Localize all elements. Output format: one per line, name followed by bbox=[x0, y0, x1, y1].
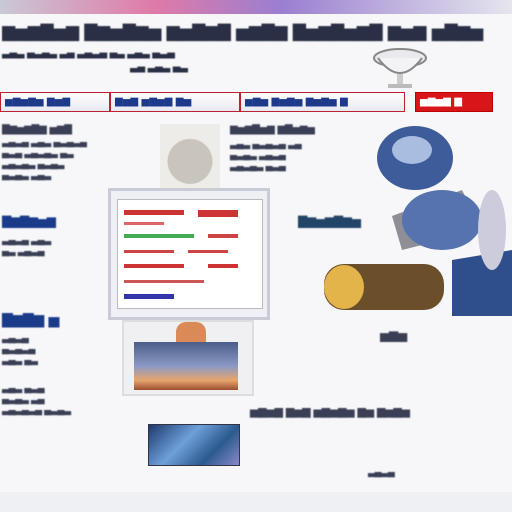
section-heading-1-blurred[interactable]: ▇▆▇▆▅▆ bbox=[2, 214, 82, 228]
section-text-3-blurred: ▃▄▃ ▄▃▄ ▄▃▄▃ ▃▄ ▃▄▃▄▃▄ ▄▃▄▃ bbox=[2, 384, 71, 416]
section-text-1-blurred: ▃▄▃▄ ▃▄▃ ▄▃ ▃▄▃▄ bbox=[2, 236, 51, 257]
thumbnail-head bbox=[176, 322, 206, 342]
section-text-2-blurred: ▃▄▃▄ ▄▃▄▃▄ ▃▄▃ ▄▃ bbox=[2, 334, 38, 366]
nav-segment-red[interactable]: ▅▆▅▆ ▆ bbox=[415, 92, 493, 112]
bottom-right-heading-blurred[interactable]: ▅▆▅▆ ▆▅▆ ▅▆▅▆▅ ▆▅ ▆▅▆▅ bbox=[250, 406, 504, 417]
thumbnail-picture bbox=[134, 342, 238, 390]
subnav-links-secondary-blurred[interactable]: ▃▄ ▃▄▃ ▄▃ bbox=[130, 62, 230, 73]
nav-segment-3[interactable]: ▅▆▅ ▆▅▆▅ ▆▅▆▅ ▆ bbox=[240, 92, 405, 112]
main-navigation[interactable]: ▅▆▅▆▅ ▆▅▆ ▆▅▆ ▅▆▅▆ ▆▅ ▅▆▅ ▆▅▆▅ ▆▅▆▅ ▆ ▅▆… bbox=[0, 90, 497, 114]
left-heading-blurred: ▇▆▅▆▇▆ ▅▆▇ bbox=[2, 124, 72, 135]
thumbnail-photo[interactable] bbox=[122, 320, 254, 396]
nav-segment-2[interactable]: ▆▅▆ ▅▆▅▆ ▆▅ bbox=[110, 92, 240, 112]
section-heading-2-blurred[interactable]: ▇▆▇▆ ▅ bbox=[2, 312, 82, 328]
subnav-links-blurred[interactable]: ▃▄▃ ▄▃▄▃ ▃▄ ▃▄▃▄ ▄▃ ▃▄▃ ▄▃▄ bbox=[2, 48, 232, 59]
info-card-rows bbox=[124, 210, 238, 299]
info-card-table bbox=[117, 199, 263, 309]
left-text-block-blurred: ▃▄▃▄ ▃▄▃ ▄▃▄▃▄ ▄▃▄ ▃▄▃▄▃ ▄▃ ▃▄▃▄▃ ▄▃▄▃ ▄▃▄▃… bbox=[2, 138, 87, 181]
product-caption-blurred: ▅▆▅ bbox=[380, 328, 407, 342]
product-image-collage[interactable] bbox=[322, 120, 512, 320]
nav-segment-1[interactable]: ▅▆▅▆▅ ▆▅▆ bbox=[0, 92, 110, 112]
promo-banner[interactable] bbox=[148, 424, 240, 466]
product-photo-ball bbox=[160, 124, 220, 192]
info-card[interactable] bbox=[108, 188, 270, 320]
footer-text-blurred: ▃▄▃▄ bbox=[368, 468, 395, 478]
page-footer bbox=[0, 492, 512, 512]
cup-icon bbox=[373, 48, 427, 88]
browser-top-bar bbox=[0, 0, 512, 14]
